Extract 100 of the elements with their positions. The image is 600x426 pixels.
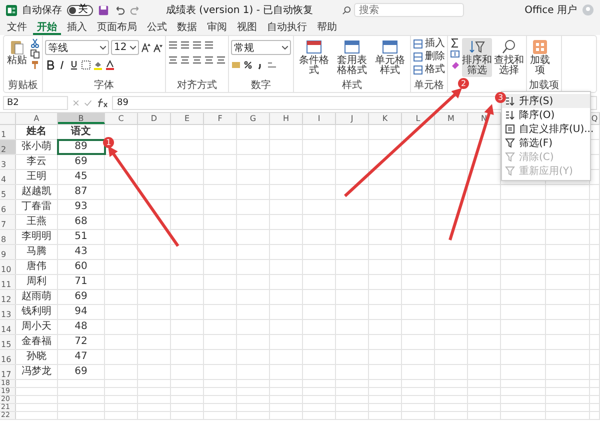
column-header[interactable]: I	[303, 113, 336, 124]
ribbon-tab[interactable]: 数据	[173, 20, 201, 35]
row-header[interactable]: 10	[0, 260, 16, 274]
menu-item[interactable]: 筛选(F)	[502, 136, 590, 150]
ribbon-tab[interactable]: 页面布局	[93, 20, 141, 35]
editing-button[interactable]: 查找和选择	[494, 38, 524, 77]
fill-icon[interactable]	[450, 49, 460, 59]
copy-icon[interactable]	[30, 49, 40, 59]
row-header[interactable]: 13	[0, 305, 16, 319]
percent-icon[interactable]	[243, 60, 253, 70]
number-format-dropdown[interactable]: 常规	[231, 40, 291, 55]
menu-item[interactable]: 升序(S)	[502, 94, 590, 108]
align-icon[interactable]	[216, 55, 226, 65]
cells-button[interactable]: 删除	[413, 51, 445, 63]
ribbon-tab[interactable]: 文件	[3, 20, 31, 35]
style-button[interactable]: 单元格样式	[372, 38, 408, 77]
ribbon-tab[interactable]: 审阅	[203, 20, 231, 35]
decrease-font-icon[interactable]	[153, 42, 163, 52]
underline-icon[interactable]	[69, 60, 79, 70]
increase-decimal-icon[interactable]	[267, 60, 277, 70]
table-cell: 语文	[71, 126, 91, 138]
table-cell: 87	[74, 186, 88, 198]
row-header[interactable]: 11	[0, 275, 16, 289]
style-button[interactable]: 条件格式	[296, 38, 332, 77]
table-cell: 姓名	[26, 126, 46, 138]
search-icon	[501, 39, 517, 55]
table-style-icon	[306, 39, 322, 55]
ribbon-tab[interactable]: 自动执行	[263, 20, 311, 35]
cells-button[interactable]: 格式	[413, 64, 445, 76]
style-button[interactable]: 套用表格格式	[334, 38, 370, 77]
row-header[interactable]: 16	[0, 350, 16, 364]
row-header[interactable]: 2	[0, 140, 16, 154]
bold-icon[interactable]	[45, 60, 55, 70]
column-header[interactable]: D	[138, 113, 171, 124]
paste-button[interactable]: 粘贴	[6, 38, 28, 67]
column-header[interactable]: E	[171, 113, 204, 124]
column-header[interactable]: C	[105, 113, 138, 124]
align-icon[interactable]	[168, 40, 178, 50]
ribbon-tab[interactable]: 插入	[63, 20, 91, 35]
align-icon[interactable]	[192, 55, 202, 65]
save-icon[interactable]	[98, 4, 109, 16]
align-icon[interactable]	[180, 55, 190, 65]
column-header[interactable]: H	[270, 113, 303, 124]
menu-item[interactable]: 降序(O)	[502, 108, 590, 122]
align-icon[interactable]	[168, 55, 178, 65]
row-header[interactable]: 14	[0, 320, 16, 334]
row-header[interactable]: 3	[0, 155, 16, 169]
search-field[interactable]: 搜索	[354, 3, 464, 17]
font-color-icon[interactable]	[105, 60, 115, 70]
row-header[interactable]: 9	[0, 245, 16, 259]
table-cell: 金春福	[22, 336, 52, 348]
align-icon[interactable]	[180, 40, 190, 50]
column-header[interactable]: J	[336, 113, 369, 124]
redo-icon[interactable]	[130, 4, 141, 16]
eraser-icon[interactable]	[450, 60, 460, 70]
row-header[interactable]: 1	[0, 125, 16, 139]
document-title[interactable]: 成绩表 (version 1) - 已自动恢复	[166, 3, 314, 17]
row-header[interactable]: 15	[0, 335, 16, 349]
ribbon-tab[interactable]: 公式	[143, 20, 171, 35]
font-size-dropdown[interactable]: 12	[111, 40, 139, 55]
row-header[interactable]: 7	[0, 215, 16, 229]
table-cell: 赵越凯	[22, 186, 52, 198]
font-name-dropdown[interactable]: 等线	[45, 40, 109, 55]
align-icon[interactable]	[204, 55, 214, 65]
column-header[interactable]: B	[58, 113, 105, 124]
table-style-icon	[344, 39, 360, 55]
cut-icon[interactable]	[30, 38, 40, 48]
border-icon[interactable]	[81, 60, 91, 70]
group-label: 单元格	[414, 80, 444, 92]
align-icon[interactable]	[192, 40, 202, 50]
table-cell: 唐伟	[26, 261, 46, 273]
add-ins-button[interactable]: 加载项	[529, 38, 551, 77]
editing-button[interactable]: 排序和筛选	[462, 38, 492, 77]
align-icon[interactable]	[204, 40, 214, 50]
row-header[interactable]: 4	[0, 170, 16, 184]
autosave-toggle[interactable]: 关	[67, 4, 93, 16]
row-header[interactable]: 6	[0, 200, 16, 214]
undo-icon[interactable]	[114, 4, 125, 16]
row-header[interactable]: 12	[0, 290, 16, 304]
table-cell: 钱利明	[22, 306, 52, 318]
sum-icon[interactable]	[450, 38, 460, 48]
insert-function-icon[interactable]	[96, 98, 108, 108]
column-header[interactable]: G	[237, 113, 270, 124]
increase-font-icon[interactable]	[141, 42, 151, 52]
table-cell: 72	[74, 336, 88, 348]
column-header[interactable]: F	[204, 113, 237, 124]
ribbon-tab[interactable]: 帮助	[313, 20, 341, 35]
cells-button[interactable]: 插入	[413, 38, 445, 50]
cells-icon	[413, 52, 423, 62]
ribbon-tab[interactable]: 视图	[233, 20, 261, 35]
row-header[interactable]: 5	[0, 185, 16, 199]
column-header[interactable]: K	[369, 113, 402, 124]
user-name[interactable]: Office 用户	[524, 3, 577, 17]
row-header[interactable]: 17	[0, 365, 16, 379]
table-cell: 69	[74, 366, 88, 378]
name-box[interactable]: B2	[3, 96, 68, 110]
fill-color-icon[interactable]	[93, 60, 103, 70]
row-header[interactable]: 8	[0, 230, 16, 244]
table-style-icon	[382, 39, 398, 55]
format-painter-icon[interactable]	[30, 60, 40, 70]
